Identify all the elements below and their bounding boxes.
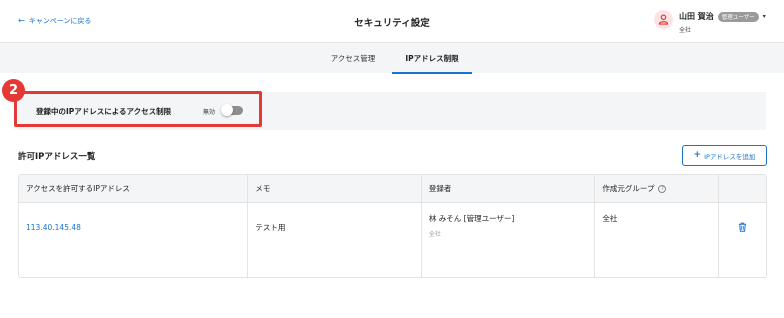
tab-bar: アクセス管理 IPアドレス制限 (0, 42, 784, 74)
user-menu[interactable]: 山田 賀治 管理ユーザー ▾ 全社 (654, 10, 766, 34)
tab-access-management[interactable]: アクセス管理 (318, 43, 388, 74)
section-title: 許可IPアドレス一覧 (18, 152, 96, 162)
user-info: 山田 賀治 管理ユーザー ▾ 全社 (679, 10, 766, 34)
column-header: メモ (248, 175, 422, 202)
user-icon (658, 14, 669, 25)
ip-address-link[interactable]: 113.40.145.48 (26, 223, 81, 232)
user-org: 全社 (679, 27, 692, 34)
restriction-toggle[interactable] (221, 104, 243, 116)
registrant-org: 全社 (428, 231, 441, 238)
ip-cell: 113.40.145.48 (19, 203, 249, 277)
toggle-knob (221, 104, 233, 116)
column-header-group: 作成元グループ ? (595, 175, 720, 202)
column-header-label: 作成元グループ (602, 184, 655, 193)
registrant-cell: 林 みそん [管理ユーザー] 全社 (422, 203, 596, 277)
role-badge: 管理ユーザー (717, 11, 759, 22)
tab-ip-restriction[interactable]: IPアドレス制限 (392, 43, 472, 74)
column-header: アクセスを許可するIPアドレス (19, 175, 249, 202)
user-name: 山田 賀治 (679, 12, 714, 21)
add-ip-button-label: IPアドレスを追加 (704, 152, 756, 161)
group-cell: 全社 (595, 203, 720, 277)
column-header-actions (719, 175, 766, 202)
trash-icon[interactable] (738, 222, 747, 232)
registrant-name: 林 みそん [管理ユーザー] (428, 214, 515, 223)
avatar (654, 10, 673, 29)
restriction-label: 登録中のIPアドレスによるアクセス制限 (36, 107, 172, 116)
page-header: ← キャンペーンに戻る セキュリティ設定 山田 賀治 管理ユーザー ▾ 全社 (0, 0, 784, 42)
add-ip-button[interactable]: + IPアドレスを追加 (682, 145, 767, 166)
actions-cell (719, 203, 766, 277)
caret-down-icon[interactable]: ▾ (763, 13, 766, 20)
plus-icon: + (693, 150, 702, 160)
restriction-status: 無効 (203, 109, 216, 116)
step-badge: 2 (2, 79, 25, 102)
table-header-row: アクセスを許可するIPアドレス メモ 登録者 作成元グループ ? (19, 175, 766, 203)
table-row: 113.40.145.48 テスト用 林 みそん [管理ユーザー] 全社 全社 (19, 203, 766, 277)
help-icon[interactable]: ? (658, 184, 667, 193)
memo-cell: テスト用 (248, 203, 422, 277)
column-header: 登録者 (422, 175, 596, 202)
ip-table: アクセスを許可するIPアドレス メモ 登録者 作成元グループ ? 113.40.… (18, 174, 767, 278)
